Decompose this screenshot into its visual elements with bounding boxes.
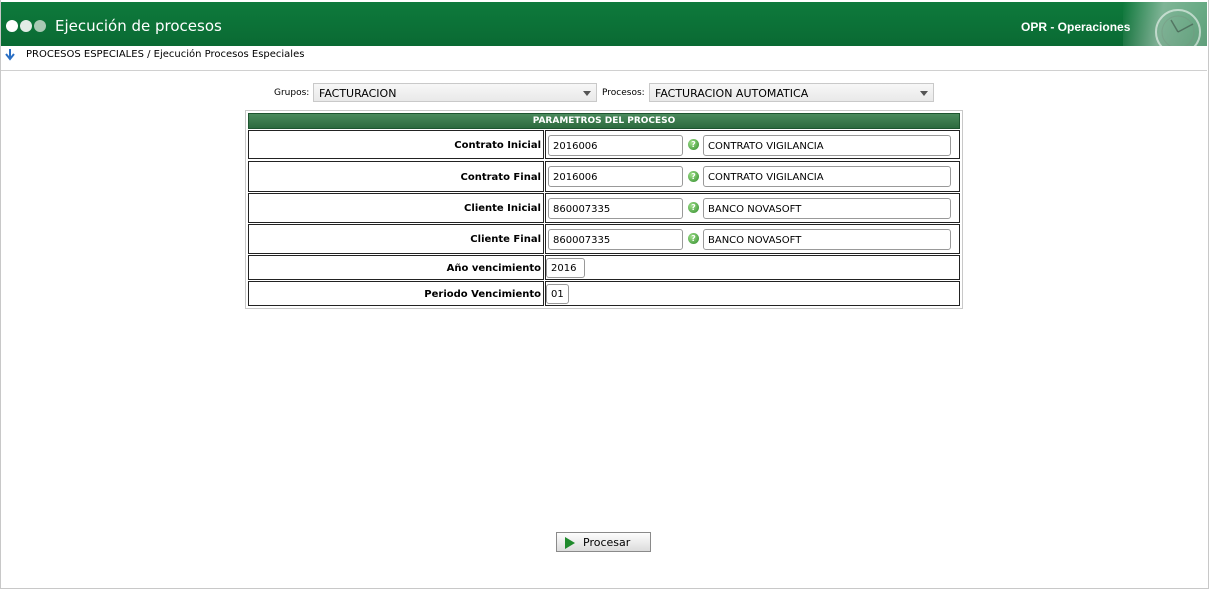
groups-select-value: FACTURACION: [319, 87, 397, 100]
contract-start-input[interactable]: 2016006: [548, 135, 683, 156]
contract-start-description: CONTRATO VIGILANCIA: [703, 135, 951, 156]
help-icon[interactable]: ?: [688, 139, 699, 150]
help-icon[interactable]: ?: [688, 202, 699, 213]
module-name: OPR - Operaciones: [1021, 20, 1131, 34]
help-icon[interactable]: ?: [688, 233, 699, 244]
chevron-down-icon: [920, 91, 928, 96]
chevron-down-icon: [583, 91, 591, 96]
help-icon[interactable]: ?: [688, 171, 699, 182]
contract-end-input[interactable]: 2016006: [548, 166, 683, 187]
param-cell-due-period: [545, 281, 960, 306]
breadcrumb: PROCESOS ESPECIALES / Ejecución Procesos…: [26, 49, 305, 60]
params-title: PARAMETROS DEL PROCESO: [248, 113, 960, 129]
processes-select[interactable]: FACTURACION AUTOMATICA: [649, 83, 934, 102]
play-icon: [565, 537, 575, 549]
contract-end-description: CONTRATO VIGILANCIA: [703, 166, 951, 187]
process-button[interactable]: Procesar: [556, 532, 651, 552]
param-label-due-year: Año vencimiento: [248, 255, 544, 280]
app-header: Ejecución de procesos OPR - Operaciones: [1, 2, 1207, 46]
due-period-input[interactable]: 01: [546, 284, 569, 304]
groups-select[interactable]: FACTURACION: [313, 83, 597, 102]
clock-decoration-icon: [1123, 2, 1207, 46]
client-start-input[interactable]: 860007335: [548, 198, 683, 219]
page-title: Ejecución de procesos: [55, 17, 222, 35]
param-label-due-period: Periodo Vencimiento: [248, 281, 544, 306]
dot-icon: [20, 20, 32, 32]
breadcrumb-bar: PROCESOS ESPECIALES / Ejecución Procesos…: [1, 46, 1207, 71]
dot-icon: [6, 20, 18, 32]
dot-icon: [34, 20, 46, 32]
client-end-input[interactable]: 860007335: [548, 229, 683, 250]
param-label-client-start: Cliente Inicial: [248, 193, 544, 223]
client-start-description: BANCO NOVASOFT: [703, 198, 951, 219]
process-button-label: Procesar: [583, 536, 631, 549]
param-label-contract-start: Contrato Inicial: [248, 130, 544, 159]
client-end-description: BANCO NOVASOFT: [703, 229, 951, 250]
info-icon[interactable]: [4, 48, 16, 62]
groups-label: Grupos:: [274, 88, 310, 98]
param-label-contract-end: Contrato Final: [248, 161, 544, 192]
due-year-input[interactable]: 2016: [546, 258, 585, 278]
window-dots: [6, 20, 48, 35]
param-cell-due-year: [545, 255, 960, 280]
processes-label: Procesos:: [602, 88, 645, 98]
param-label-client-end: Cliente Final: [248, 224, 544, 254]
processes-select-value: FACTURACION AUTOMATICA: [655, 87, 809, 100]
